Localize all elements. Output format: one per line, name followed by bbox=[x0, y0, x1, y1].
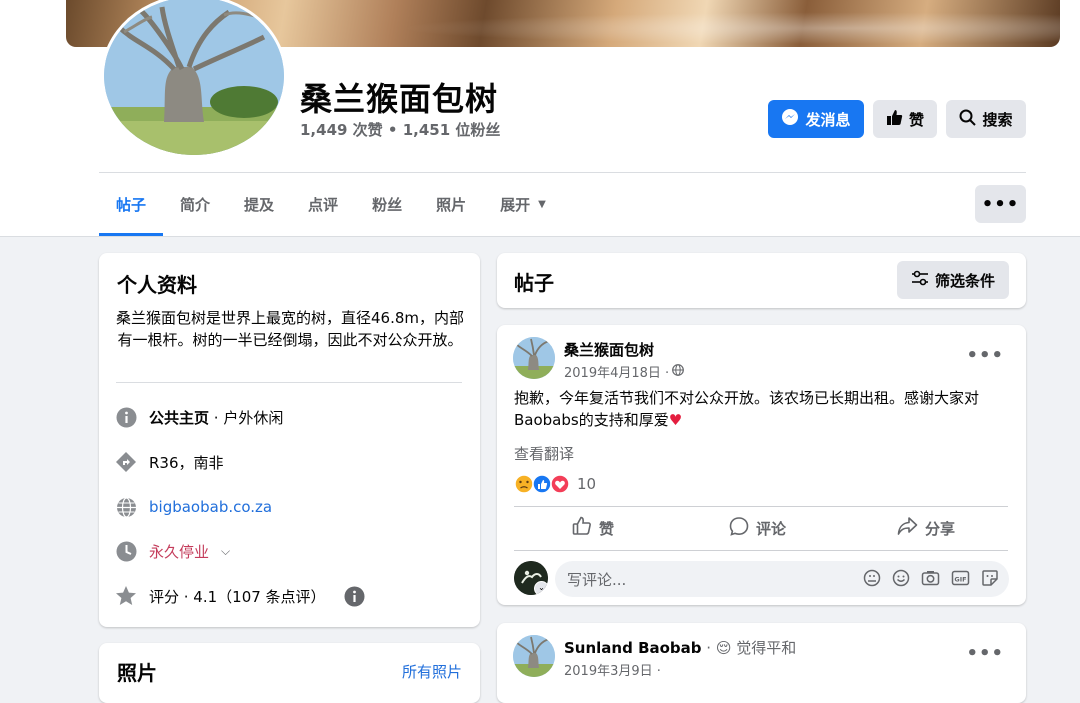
globe-icon bbox=[115, 496, 137, 518]
commenter-avatar[interactable]: ⌄ bbox=[514, 561, 548, 595]
gif-icon[interactable]: GIF bbox=[951, 569, 970, 591]
post-text-block: 抱歉，今年复活节我们不对公众开放。该农场已长期出租。感谢大家对Baobabs的支… bbox=[514, 387, 1014, 431]
comment-post-button[interactable]: 评论 bbox=[729, 517, 786, 539]
account-switch-chevron-icon: ⌄ bbox=[534, 581, 548, 595]
comment-tools: GIF bbox=[863, 569, 999, 591]
like-post-button[interactable]: 赞 bbox=[572, 516, 615, 540]
rating-row: 评分 · 4.1（107 条点评） bbox=[115, 585, 366, 607]
more-options-button[interactable]: ••• bbox=[975, 185, 1026, 223]
all-photos-link[interactable]: 所有照片 bbox=[402, 661, 462, 682]
like-post-label: 赞 bbox=[599, 519, 615, 538]
tab-mentions[interactable]: 提及 bbox=[227, 173, 291, 236]
tab-posts[interactable]: 帖子 bbox=[99, 173, 164, 236]
address-text: R36，南非 bbox=[149, 453, 224, 472]
page-tabs: 帖子 简介 提及 点评 粉丝 照片 展开 ▼ bbox=[99, 173, 563, 236]
search-page-button[interactable]: 搜索 bbox=[946, 100, 1026, 138]
category-row: 公共主页 · 户外休闲 bbox=[115, 406, 283, 428]
comment-bubble-icon bbox=[729, 516, 749, 540]
intro-title: 个人资料 bbox=[117, 273, 197, 297]
post-text: 抱歉，今年复活节我们不对公众开放。该农场已长期出租。感谢大家对Baobabs的支… bbox=[514, 389, 980, 429]
posts-header-card: 帖子 筛选条件 bbox=[497, 253, 1026, 308]
post-author-name[interactable]: 桑兰猴面包树 bbox=[564, 339, 654, 360]
chevron-down-icon: ⌵ bbox=[221, 543, 231, 558]
post-author-avatar[interactable] bbox=[513, 635, 555, 677]
messenger-icon bbox=[781, 108, 799, 130]
post-feeling: · 😌 觉得平和 bbox=[701, 639, 797, 657]
photos-title: 照片 bbox=[117, 661, 157, 685]
search-page-label: 搜索 bbox=[982, 110, 1013, 129]
page-header: 桑兰猴面包树 1,449 次赞 • 1,451 位粉丝 发消息 赞 搜索 帖子 … bbox=[0, 0, 1080, 237]
send-message-label: 发消息 bbox=[805, 110, 851, 129]
post-author-line: Sunland Baobab · 😌 觉得平和 bbox=[564, 637, 796, 658]
see-translation-link[interactable]: 查看翻译 bbox=[514, 443, 574, 464]
share-arrow-icon bbox=[897, 516, 918, 540]
share-post-button[interactable]: 分享 bbox=[897, 517, 955, 539]
clock-icon bbox=[115, 540, 137, 562]
hours-row[interactable]: 永久停业 ⌵ bbox=[115, 540, 230, 562]
category-value: · 户外休闲 bbox=[209, 408, 284, 427]
tab-photos[interactable]: 照片 bbox=[419, 173, 483, 236]
posts-header-title: 帖子 bbox=[514, 271, 554, 295]
reactions-summary[interactable]: 10 bbox=[514, 474, 596, 494]
intro-divider bbox=[116, 382, 462, 383]
reaction-icons bbox=[514, 474, 570, 494]
comment-placeholder: 写评论... bbox=[567, 571, 627, 589]
star-icon bbox=[115, 585, 137, 607]
camera-icon[interactable] bbox=[921, 569, 940, 591]
tab-followers[interactable]: 粉丝 bbox=[355, 173, 419, 236]
share-post-label: 分享 bbox=[925, 519, 956, 538]
actions-divider bbox=[514, 550, 1008, 551]
tab-reviews[interactable]: 点评 bbox=[291, 173, 355, 236]
comment-post-label: 评论 bbox=[756, 519, 787, 538]
photos-card: 照片 所有照片 bbox=[99, 643, 480, 703]
post-timestamp[interactable]: 2019年4月18日 · bbox=[564, 362, 685, 381]
caret-down-icon: ▼ bbox=[538, 199, 546, 210]
directions-icon bbox=[115, 451, 137, 473]
thumbs-up-icon bbox=[886, 109, 903, 130]
globe-small-icon bbox=[672, 363, 685, 380]
page-stats[interactable]: 1,449 次赞 • 1,451 位粉丝 bbox=[300, 119, 500, 140]
post-author-name[interactable]: Sunland Baobab bbox=[564, 639, 702, 657]
tab-more-label: 展开 bbox=[500, 196, 531, 214]
send-message-button[interactable]: 发消息 bbox=[768, 100, 864, 138]
sticker-icon[interactable] bbox=[981, 569, 999, 591]
intro-card: 个人资料 桑兰猴面包树是世界上最宽的树，直径46.8m，内部有一根杆。树的一半已… bbox=[99, 253, 480, 627]
intro-bio: 桑兰猴面包树是世界上最宽的树，直径46.8m，内部有一根杆。树的一半已经倒塌，因… bbox=[115, 309, 464, 349]
svg-text:GIF: GIF bbox=[954, 575, 966, 583]
rating-text: 评分 · 4.1（107 条点评） bbox=[149, 587, 326, 606]
filter-sliders-icon bbox=[911, 270, 929, 290]
filter-label: 筛选条件 bbox=[934, 271, 995, 290]
post-options-icon[interactable]: ••• bbox=[966, 643, 1004, 664]
search-icon bbox=[959, 109, 977, 130]
address-row: R36，南非 bbox=[115, 451, 224, 473]
tab-more[interactable]: 展开 ▼ bbox=[483, 173, 563, 236]
heart-emoji-icon: ♥ bbox=[668, 411, 683, 429]
post-date: 2019年4月18日 · bbox=[564, 366, 670, 381]
filter-button[interactable]: 筛选条件 bbox=[897, 261, 1009, 299]
post-author-avatar[interactable] bbox=[513, 337, 555, 379]
hours-status: 永久停业 bbox=[149, 542, 210, 561]
page-title: 桑兰猴面包树 bbox=[300, 80, 499, 118]
post-options-icon[interactable]: ••• bbox=[966, 345, 1004, 366]
reaction-count: 10 bbox=[577, 475, 597, 493]
like-page-button[interactable]: 赞 bbox=[873, 100, 937, 138]
website-link[interactable]: bigbaobab.co.za bbox=[149, 498, 272, 516]
thumbs-up-outline-icon bbox=[572, 516, 592, 540]
post-card: 桑兰猴面包树 2019年4月18日 · ••• 抱歉，今年复活节我们不对公众开放… bbox=[497, 325, 1026, 605]
emoji-icon[interactable] bbox=[892, 569, 910, 591]
comment-input[interactable]: 写评论... GIF bbox=[555, 561, 1009, 597]
tab-about[interactable]: 简介 bbox=[163, 173, 227, 236]
rating-info-icon[interactable] bbox=[344, 585, 366, 607]
category-label: 公共主页 bbox=[149, 408, 210, 427]
reactions-divider bbox=[514, 506, 1008, 507]
info-icon bbox=[115, 406, 137, 428]
post-date[interactable]: 2019年3月9日 · bbox=[564, 660, 661, 679]
website-row: bigbaobab.co.za bbox=[115, 496, 272, 518]
like-page-label: 赞 bbox=[908, 110, 924, 129]
avatar-sticker-icon[interactable] bbox=[863, 569, 881, 591]
profile-picture[interactable] bbox=[101, 0, 287, 158]
post-card: Sunland Baobab · 😌 觉得平和 2019年3月9日 · ••• bbox=[497, 623, 1026, 703]
